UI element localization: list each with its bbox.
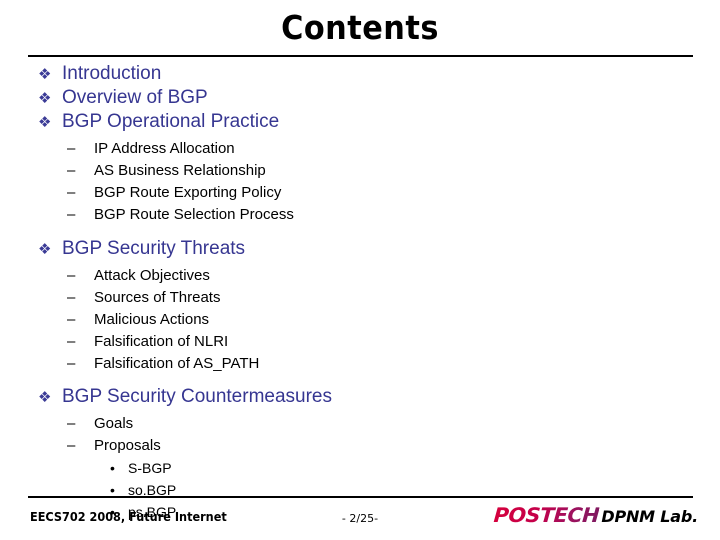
outline-item-label: BGP Security Countermeasures <box>62 386 332 407</box>
outline-item-label: Malicious Actions <box>94 311 210 328</box>
title-divider-line <box>28 55 693 57</box>
outline-item-label: Falsification of NLRI <box>94 333 229 350</box>
outline-item-label: Overview of BGP <box>62 87 208 108</box>
outline-item-falsification-of-as-path[interactable]: – Falsification of AS_PATH <box>0 353 720 375</box>
dash-bullet-icon: – <box>67 289 76 306</box>
diamond-bullet-icon: ❖ <box>38 388 52 406</box>
outline-item-goals[interactable]: – Goals <box>0 413 720 435</box>
page-title: Contents <box>281 8 439 47</box>
dash-bullet-icon: – <box>67 437 76 454</box>
outline-item-label: BGP Route Selection Process <box>94 206 294 223</box>
outline-item-label: BGP Operational Practice <box>62 111 280 132</box>
outline-item-label: Introduction <box>62 63 162 84</box>
dash-bullet-icon: – <box>67 415 76 432</box>
outline-item-bgp-operational-practice[interactable]: ❖ BGP Operational Practice <box>0 110 720 134</box>
outline-item-label: Falsification of AS_PATH <box>94 355 260 372</box>
diamond-bullet-icon: ❖ <box>38 240 52 258</box>
outline-item-label: Sources of Threats <box>94 289 221 306</box>
outline-item-malicious-actions[interactable]: – Malicious Actions <box>0 309 720 331</box>
dash-bullet-icon: – <box>67 206 76 223</box>
dash-bullet-icon: – <box>67 140 76 157</box>
outline-item-bgp-security-countermeasures[interactable]: ❖ BGP Security Countermeasures <box>0 385 720 409</box>
outline-item-falsification-of-nlri[interactable]: – Falsification of NLRI <box>0 331 720 353</box>
outline-item-introduction[interactable]: ❖ Introduction <box>0 62 720 86</box>
outline-item-label: Goals <box>94 415 134 432</box>
presentation-slide: Contents ❖ Introduction ❖ Overview of BG… <box>0 0 720 540</box>
outline-item-ip-address-allocation[interactable]: – IP Address Allocation <box>0 138 720 160</box>
dash-bullet-icon: – <box>67 333 76 350</box>
outline-item-proposals[interactable]: – Proposals <box>0 435 720 457</box>
outline-item-label: Attack Objectives <box>94 267 210 284</box>
diamond-bullet-icon: ❖ <box>38 65 52 83</box>
diamond-bullet-icon: ❖ <box>38 113 52 131</box>
dash-bullet-icon: – <box>67 355 76 372</box>
diamond-bullet-icon: ❖ <box>38 89 52 107</box>
outline-item-label: S-BGP <box>128 460 172 476</box>
outline-item-label: AS Business Relationship <box>94 162 266 179</box>
outline-item-s-bgp[interactable]: • S-BGP <box>0 457 720 479</box>
dash-bullet-icon: – <box>67 162 76 179</box>
outline-item-attack-objectives[interactable]: – Attack Objectives <box>0 265 720 287</box>
outline-item-bgp-security-threats[interactable]: ❖ BGP Security Threats <box>0 237 720 261</box>
postech-logo-text: POSTECH <box>493 503 601 527</box>
outline-item-sources-of-threats[interactable]: – Sources of Threats <box>0 287 720 309</box>
outline-item-overview-of-bgp[interactable]: ❖ Overview of BGP <box>0 86 720 110</box>
slide-outline-list: ❖ Introduction ❖ Overview of BGP ❖ BGP O… <box>0 62 720 523</box>
outline-item-label: BGP Route Exporting Policy <box>94 184 282 201</box>
footer-divider-line <box>28 496 693 498</box>
dash-bullet-icon: – <box>67 311 76 328</box>
outline-item-label: Proposals <box>94 437 161 454</box>
dot-bullet-icon: • <box>110 460 115 476</box>
dpnm-lab-logo-text: DPNM Lab. <box>601 507 698 526</box>
outline-item-as-business-relationship[interactable]: – AS Business Relationship <box>0 160 720 182</box>
footer-logo: POSTECH DPNM Lab. <box>493 503 698 527</box>
outline-item-bgp-route-selection-process[interactable]: – BGP Route Selection Process <box>0 204 720 226</box>
dash-bullet-icon: – <box>67 267 76 284</box>
outline-item-bgp-route-exporting-policy[interactable]: – BGP Route Exporting Policy <box>0 182 720 204</box>
outline-item-label: BGP Security Threats <box>62 238 246 259</box>
dash-bullet-icon: – <box>67 184 76 201</box>
outline-item-label: IP Address Allocation <box>94 140 235 157</box>
